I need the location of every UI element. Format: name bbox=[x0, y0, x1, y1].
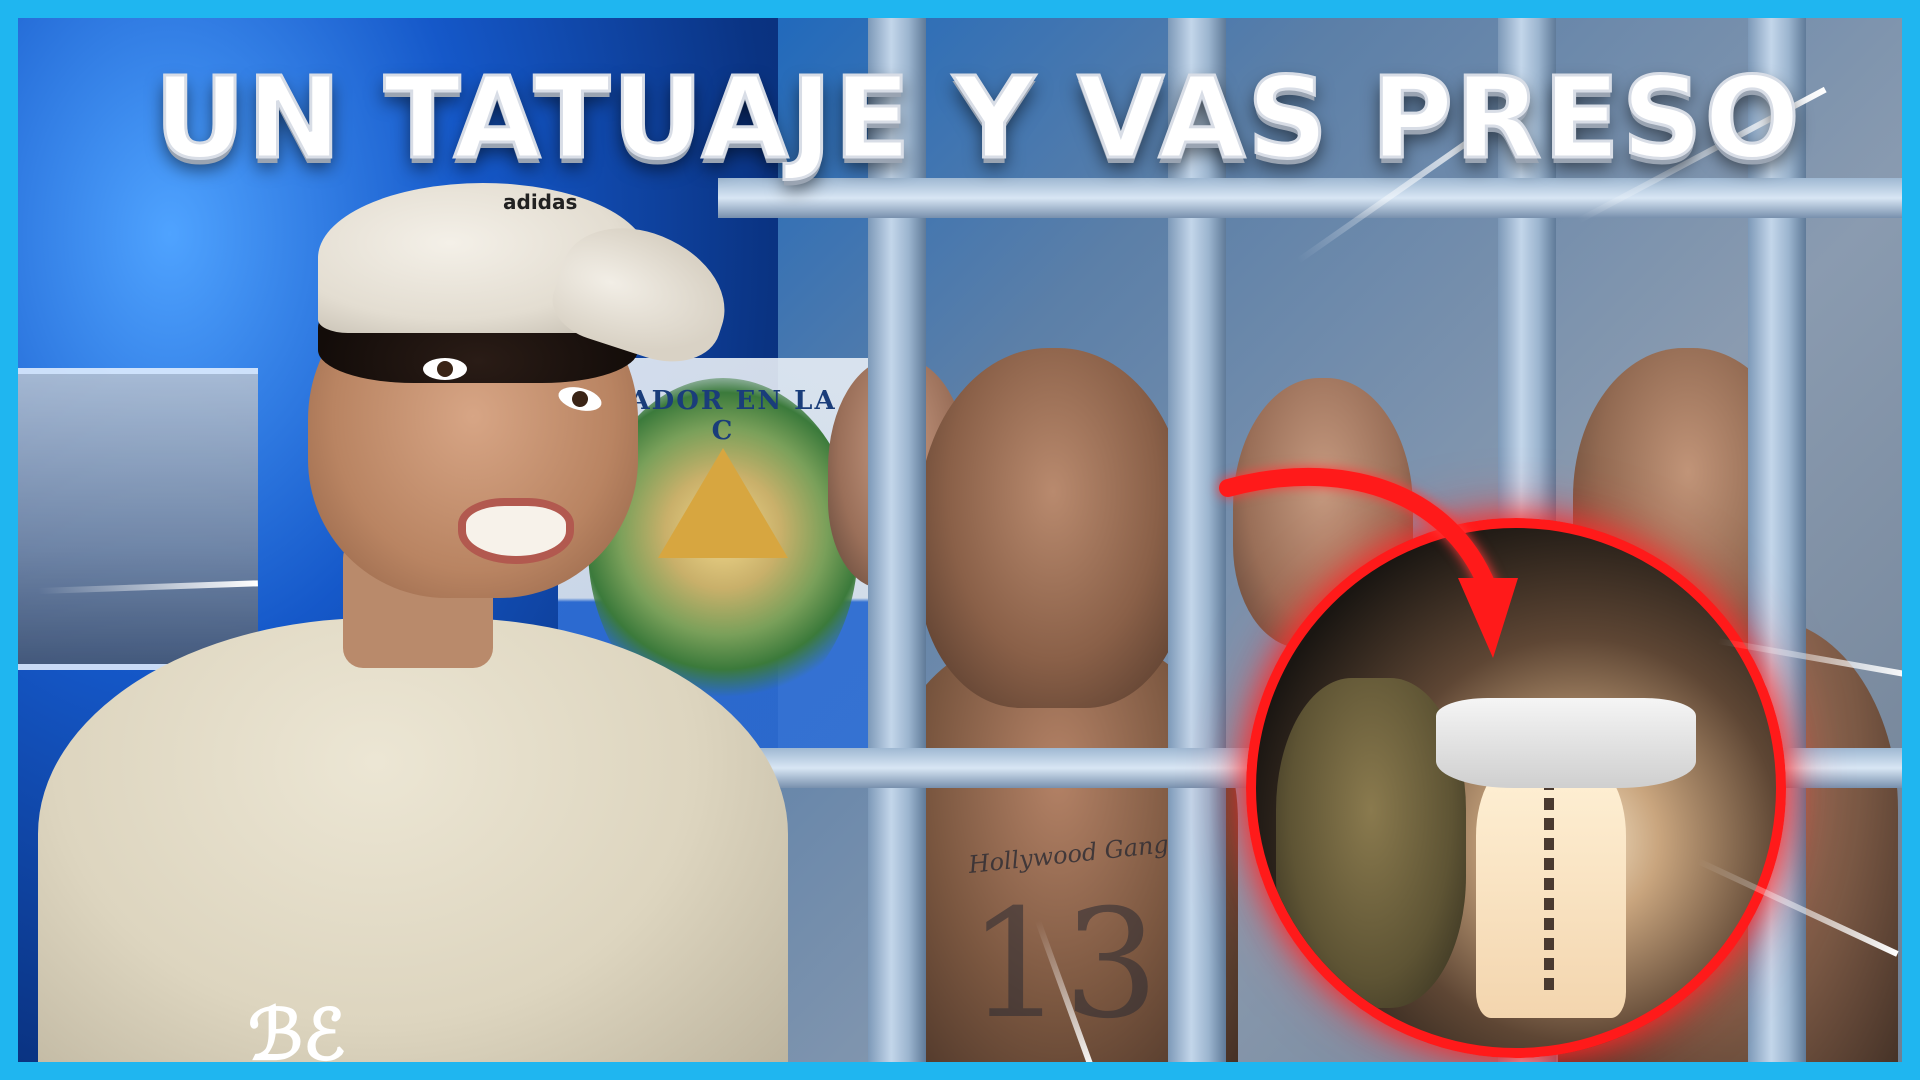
thumbnail-frame: VADOR EN LA C Hollywood Gangster 13 ℬℰ a… bbox=[0, 0, 1920, 1080]
boy-mouth-braces bbox=[458, 498, 574, 564]
boy-shirt bbox=[38, 618, 788, 1062]
inset-spine-tattoo bbox=[1544, 778, 1554, 998]
background-tv-screen bbox=[18, 368, 258, 670]
inset-lifted-shirt bbox=[1436, 698, 1696, 788]
shirt-logo: ℬℰ bbox=[248, 993, 346, 1076]
cap-logo: adidas bbox=[503, 190, 578, 214]
boy-left-eye bbox=[423, 358, 467, 380]
thumbnail-title: UN TATUAJE Y VAS PRESO bbox=[153, 53, 1802, 186]
bar-horizontal bbox=[718, 178, 1902, 218]
curved-arrow-icon bbox=[1219, 467, 1518, 658]
